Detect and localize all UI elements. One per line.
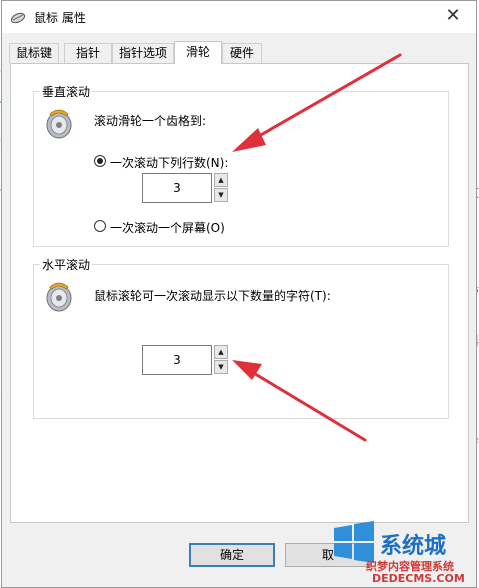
watermark-line: DEDECMS.COM: [372, 572, 465, 585]
red-arrow: [232, 360, 367, 442]
watermark-brand: 系统城: [380, 534, 447, 559]
red-arrow: [232, 53, 402, 152]
tab-wheel[interactable]: 滑轮: [174, 41, 222, 64]
annotation-overlay: [232, 53, 402, 442]
watermark: 系统城 织梦内容管理系统 DEDECMS.COM: [320, 520, 479, 588]
